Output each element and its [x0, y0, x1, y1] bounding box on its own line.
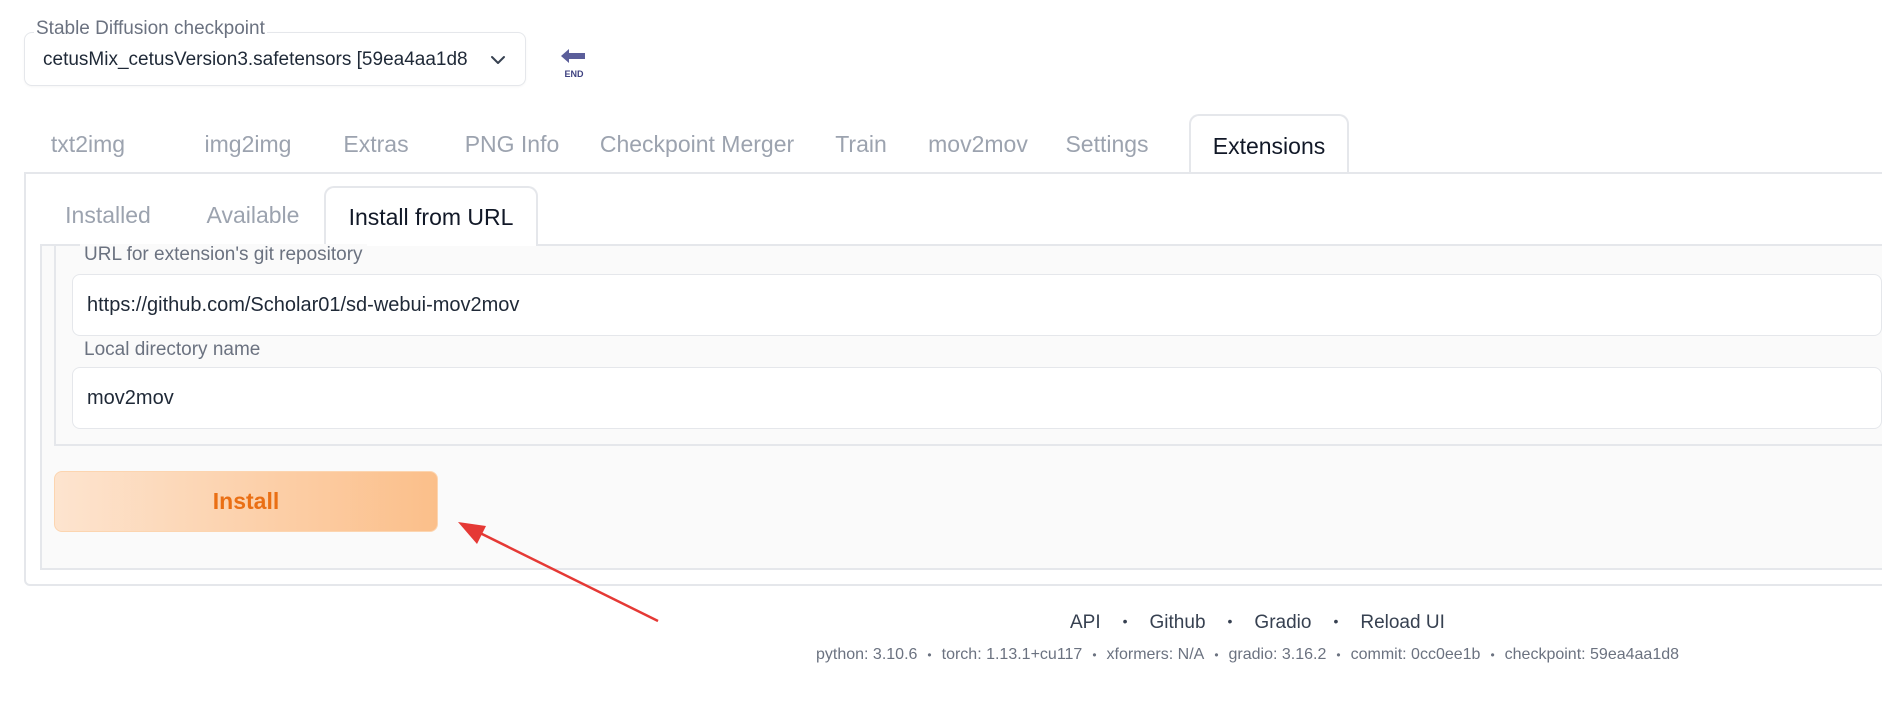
chevron-down-icon	[491, 56, 505, 64]
version-gradio: gradio: 3.16.2	[1228, 646, 1327, 663]
top-tab-bar: txt2img img2img Extras PNG Info Checkpoi…	[24, 114, 1882, 174]
tab-extensions[interactable]: Extensions	[1189, 114, 1349, 174]
url-label: URL for extension's git repository	[80, 244, 367, 266]
tab-mov2mov[interactable]: mov2mov	[914, 114, 1042, 174]
checkpoint-label: Stable Diffusion checkpoint	[34, 18, 267, 40]
tab-train[interactable]: Train	[816, 114, 906, 174]
directory-input[interactable]: mov2mov	[72, 367, 1882, 429]
footer-link-gradio[interactable]: Gradio	[1254, 612, 1311, 633]
version-torch: torch: 1.13.1+cu117	[941, 646, 1083, 663]
version-checkpoint: checkpoint: 59ea4aa1d8	[1504, 646, 1680, 663]
subtab-available[interactable]: Available	[186, 186, 320, 246]
tab-img2img[interactable]: img2img	[178, 114, 318, 174]
version-python: python: 3.10.6	[816, 646, 918, 663]
directory-label: Local directory name	[80, 339, 265, 361]
version-xformers: xformers: N/A	[1106, 646, 1205, 663]
tab-extras[interactable]: Extras	[324, 114, 428, 174]
tab-png-info[interactable]: PNG Info	[438, 114, 586, 174]
footer-link-github[interactable]: Github	[1150, 612, 1206, 633]
subtab-install-from-url[interactable]: Install from URL	[324, 186, 538, 246]
subtab-installed[interactable]: Installed	[40, 186, 176, 246]
version-info: python: 3.10.6 • torch: 1.13.1+cu117 • xform…	[816, 646, 1679, 664]
version-separator: •	[1490, 648, 1495, 662]
install-button[interactable]: Install	[54, 471, 438, 532]
footer-separator: •	[1227, 613, 1233, 629]
version-separator: •	[1336, 648, 1341, 662]
checkpoint-value: cetusMix_cetusVersion3.safetensors [59ea…	[43, 49, 467, 70]
footer-link-api[interactable]: API	[1070, 612, 1101, 633]
refresh-icon-text: END	[564, 69, 584, 79]
tab-txt2img[interactable]: txt2img	[24, 114, 152, 174]
version-separator: •	[927, 648, 932, 662]
version-commit: commit: 0cc0ee1b	[1350, 646, 1481, 663]
footer-link-reload-ui[interactable]: Reload UI	[1360, 612, 1445, 633]
version-separator: •	[1214, 648, 1219, 662]
url-input[interactable]: https://github.com/Scholar01/sd-webui-mo…	[72, 274, 1882, 336]
footer-separator: •	[1122, 613, 1128, 629]
checkpoint-dropdown[interactable]: cetusMix_cetusVersion3.safetensors [59ea…	[24, 32, 526, 86]
refresh-end-icon: END	[561, 49, 585, 79]
refresh-checkpoint-button[interactable]: END	[548, 40, 600, 88]
version-separator: •	[1092, 648, 1097, 662]
tab-settings[interactable]: Settings	[1052, 114, 1162, 174]
footer-links: API • Github • Gradio • Reload UI	[1070, 612, 1445, 634]
tab-checkpoint-merger[interactable]: Checkpoint Merger	[584, 114, 810, 174]
footer-separator: •	[1333, 613, 1339, 629]
